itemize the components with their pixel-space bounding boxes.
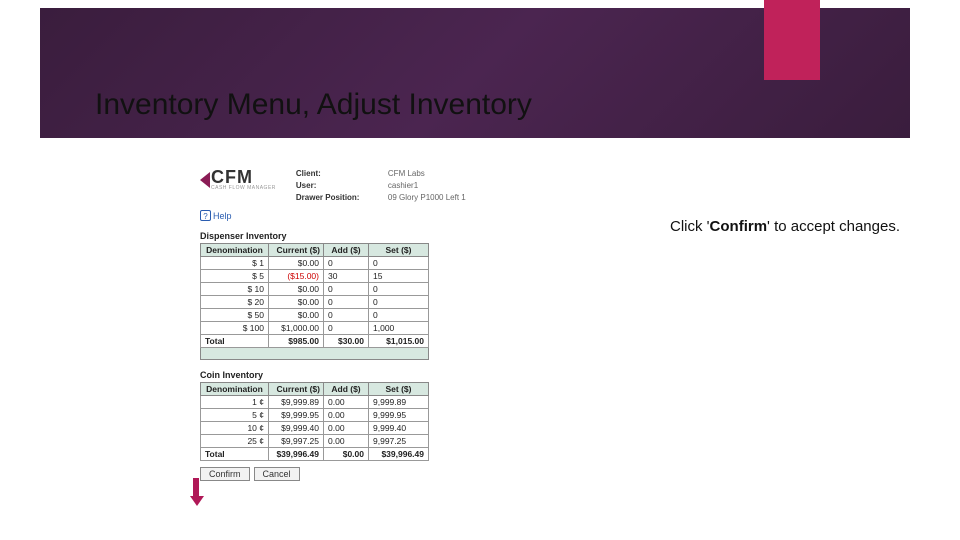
accent-tab — [764, 0, 820, 80]
th-set: Set ($) — [369, 383, 429, 396]
set-input[interactable]: 0 — [369, 257, 429, 270]
instruction-text: Click 'Confirm' to accept changes. — [670, 218, 900, 235]
table-row: 10 ¢$9,999.400.009,999.40 — [201, 422, 429, 435]
logo-text: CFM — [211, 168, 276, 186]
table-row: $ 100$1,000.0001,000 — [201, 322, 429, 335]
set-input[interactable]: 9,999.89 — [369, 396, 429, 409]
table-row: 5 ¢$9,999.950.009,999.95 — [201, 409, 429, 422]
cancel-button[interactable]: Cancel — [254, 467, 300, 481]
app-screenshot: CFM CASH FLOW MANAGER Client:CFM Labs Us… — [200, 168, 600, 481]
table-row: $ 50$0.0000 — [201, 309, 429, 322]
help-link[interactable]: ?Help — [200, 210, 600, 221]
table-row: $ 10$0.0000 — [201, 283, 429, 296]
total-label: Total — [201, 335, 269, 348]
add-input[interactable]: 0.00 — [324, 409, 369, 422]
set-input[interactable]: 1,000 — [369, 322, 429, 335]
add-input[interactable]: 0 — [324, 296, 369, 309]
chevron-icon — [200, 172, 210, 188]
table-row: $ 1$0.0000 — [201, 257, 429, 270]
pointer-arrow-icon — [190, 478, 202, 508]
set-input[interactable]: 0 — [369, 309, 429, 322]
total-add: $0.00 — [324, 448, 369, 461]
th-denomination: Denomination — [201, 244, 269, 257]
coin-title: Coin Inventory — [200, 370, 600, 380]
add-input[interactable]: 0.00 — [324, 396, 369, 409]
table-row: 1 ¢$9,999.890.009,999.89 — [201, 396, 429, 409]
set-input[interactable]: 15 — [369, 270, 429, 283]
confirm-button[interactable]: Confirm — [200, 467, 250, 481]
total-add: $30.00 — [324, 335, 369, 348]
table-row: $ 5($15.00)3015 — [201, 270, 429, 283]
set-input[interactable]: 0 — [369, 296, 429, 309]
table-row: 25 ¢$9,997.250.009,997.25 — [201, 435, 429, 448]
total-label: Total — [201, 448, 269, 461]
add-input[interactable]: 0.00 — [324, 435, 369, 448]
header-meta: Client:CFM Labs User:cashier1 Drawer Pos… — [296, 168, 600, 204]
add-input[interactable]: 30 — [324, 270, 369, 283]
th-set: Set ($) — [369, 244, 429, 257]
add-input[interactable]: 0.00 — [324, 422, 369, 435]
total-set: $39,996.49 — [369, 448, 429, 461]
app-logo: CFM CASH FLOW MANAGER — [200, 168, 276, 191]
coin-table: Denomination Current ($) Add ($) Set ($)… — [200, 382, 429, 461]
table-row: $ 20$0.0000 — [201, 296, 429, 309]
logo-subtitle: CASH FLOW MANAGER — [211, 186, 276, 191]
slide-title: Inventory Menu, Adjust Inventory — [95, 88, 532, 122]
th-add: Add ($) — [324, 383, 369, 396]
dispenser-title: Dispenser Inventory — [200, 231, 600, 241]
dispenser-table: Denomination Current ($) Add ($) Set ($)… — [200, 243, 429, 360]
add-input[interactable]: 0 — [324, 257, 369, 270]
th-denomination: Denomination — [201, 383, 269, 396]
set-input[interactable]: 0 — [369, 283, 429, 296]
add-input[interactable]: 0 — [324, 322, 369, 335]
total-current: $985.00 — [269, 335, 324, 348]
help-icon: ? — [200, 210, 211, 221]
total-current: $39,996.49 — [269, 448, 324, 461]
th-add: Add ($) — [324, 244, 369, 257]
th-current: Current ($) — [269, 244, 324, 257]
set-input[interactable]: 9,999.95 — [369, 409, 429, 422]
total-set: $1,015.00 — [369, 335, 429, 348]
set-input[interactable]: 9,997.25 — [369, 435, 429, 448]
add-input[interactable]: 0 — [324, 283, 369, 296]
add-input[interactable]: 0 — [324, 309, 369, 322]
th-current: Current ($) — [269, 383, 324, 396]
set-input[interactable]: 9,999.40 — [369, 422, 429, 435]
